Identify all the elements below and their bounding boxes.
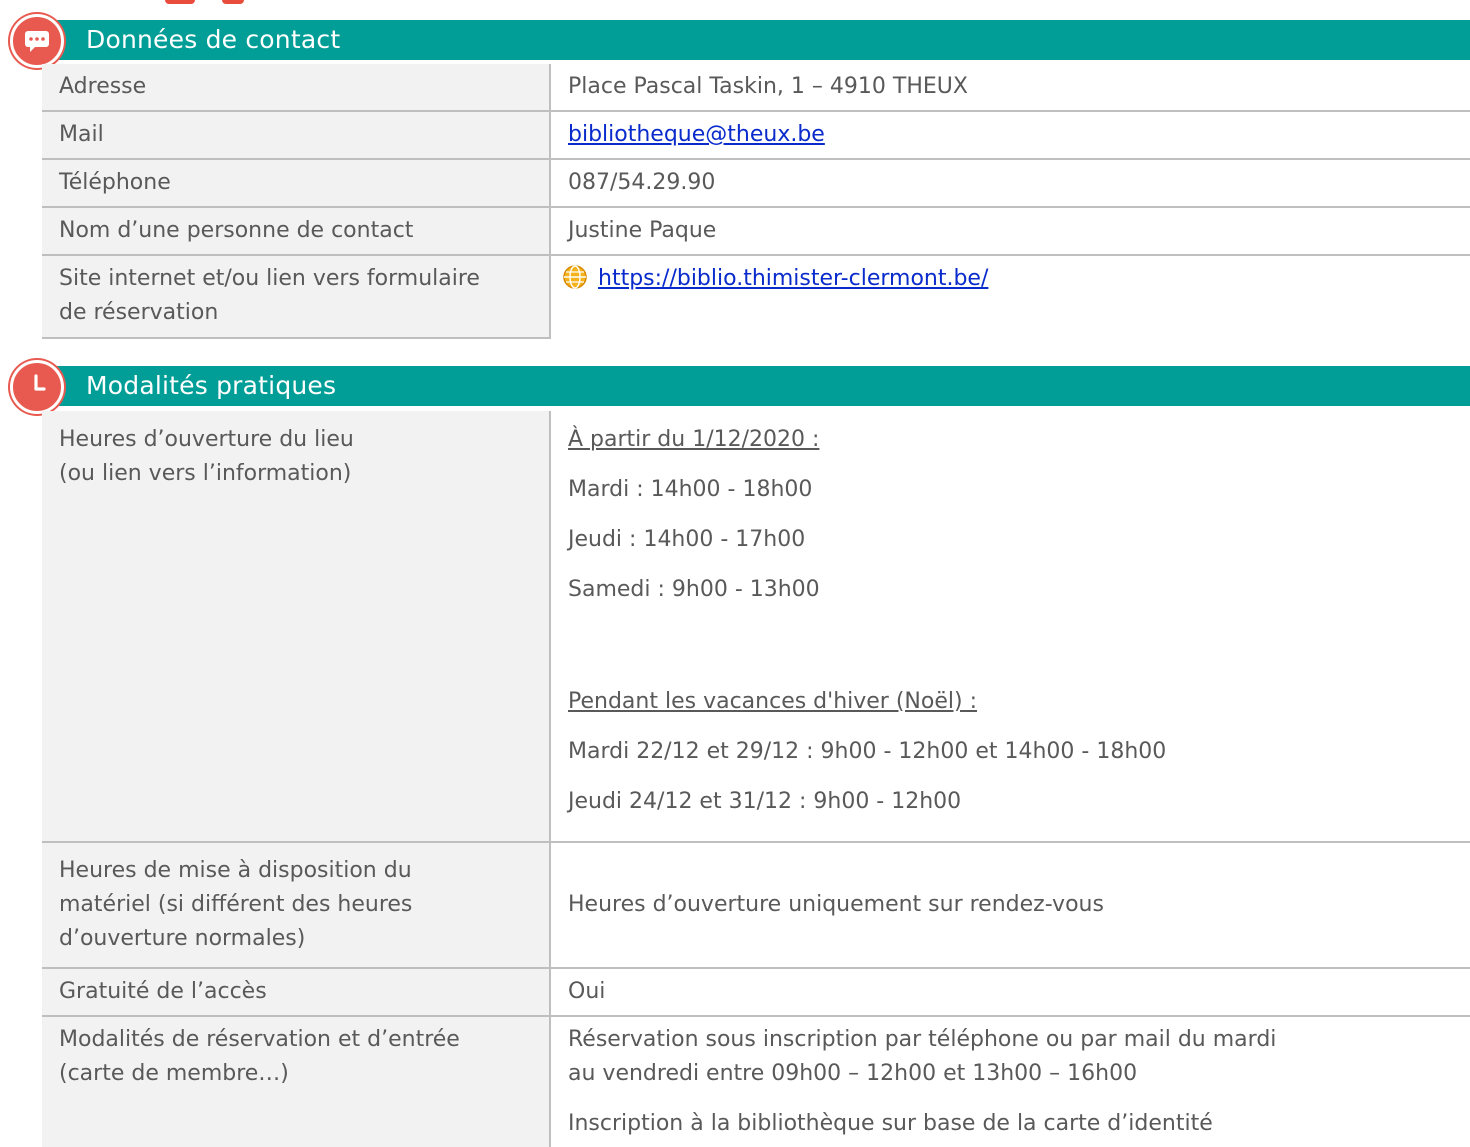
row-label: Heures de mise à disposition du matériel…	[42, 842, 551, 969]
section-header-practical: Modalités pratiques	[42, 366, 1470, 406]
row-value: https://biblio.thimister-clermont.be/	[550, 255, 1470, 338]
table-row: Modalités de réservation et d’entrée (ca…	[42, 1016, 1470, 1147]
label-line: matériel (si différent des heures	[59, 892, 413, 917]
row-label: Adresse	[42, 64, 551, 112]
website-link[interactable]: https://biblio.thimister-clermont.be/	[598, 266, 988, 291]
table-row: Téléphone 087/54.29.90	[42, 159, 1470, 208]
hours-line: Mardi 22/12 et 29/12 : 9h00 - 12h00 et 1…	[568, 739, 1167, 764]
table-row: Nom d’une personne de contact Justine Pa…	[42, 207, 1470, 256]
table-row: Heures d’ouverture du lieu (ou lien vers…	[42, 411, 1470, 843]
row-label: Nom d’une personne de contact	[42, 207, 551, 256]
row-label: Heures d’ouverture du lieu (ou lien vers…	[42, 411, 551, 843]
hours-line: Jeudi : 14h00 - 17h00	[568, 527, 806, 552]
value-line: au vendredi entre 09h00 – 12h00 et 13h00…	[568, 1061, 1138, 1086]
hours-line: Jeudi 24/12 et 31/12 : 9h00 - 12h00	[568, 789, 962, 814]
row-label: Mail	[42, 111, 551, 160]
label-line: Modalités de réservation et d’entrée	[59, 1027, 460, 1052]
row-value: Réservation sous inscription par télépho…	[550, 1016, 1470, 1147]
table-row: Site internet et/ou lien vers formulaire…	[42, 255, 1470, 339]
hours-heading: À partir du 1/12/2020 :	[568, 427, 820, 452]
row-label: Site internet et/ou lien vers formulaire…	[42, 255, 551, 339]
row-value: bibliotheque@theux.be	[550, 111, 1470, 160]
label-line: (ou lien vers l’information)	[59, 461, 352, 486]
label-line: (carte de membre…)	[59, 1061, 289, 1086]
section-header-contact: Données de contact	[42, 20, 1470, 60]
table-row: Mail bibliotheque@theux.be	[42, 111, 1470, 160]
contact-table: Adresse Place Pascal Taskin, 1 – 4910 TH…	[42, 64, 1470, 339]
globe-icon	[562, 264, 588, 290]
row-value: 087/54.29.90	[550, 159, 1470, 208]
section-title: Données de contact	[86, 25, 341, 54]
row-value: Justine Paque	[550, 207, 1470, 256]
row-value: Oui	[550, 968, 1470, 1017]
chat-bubble-icon	[10, 14, 64, 68]
row-label: Modalités de réservation et d’entrée (ca…	[42, 1016, 551, 1147]
row-value: À partir du 1/12/2020 : Mardi : 14h00 - …	[550, 411, 1470, 843]
label-line: Heures d’ouverture du lieu	[59, 427, 354, 452]
label-line: d’ouverture normales)	[59, 926, 306, 951]
hours-line: Samedi : 9h00 - 13h00	[568, 577, 820, 602]
value-line: Réservation sous inscription par télépho…	[568, 1027, 1277, 1052]
clock-icon	[10, 360, 64, 414]
row-label: Téléphone	[42, 159, 551, 208]
table-row: Heures de mise à disposition du matériel…	[42, 842, 1470, 969]
label-line: Site internet et/ou lien vers formulaire	[59, 266, 480, 291]
section-title: Modalités pratiques	[86, 371, 337, 400]
label-line: Heures de mise à disposition du	[59, 858, 412, 883]
row-value: Place Pascal Taskin, 1 – 4910 THEUX	[550, 64, 1470, 112]
hours-line: Mardi : 14h00 - 18h00	[568, 477, 813, 502]
row-value: Heures d’ouverture uniquement sur rendez…	[550, 842, 1470, 969]
value-line: Inscription à la bibliothèque sur base d…	[568, 1111, 1213, 1136]
table-row: Gratuité de l’accès Oui	[42, 968, 1470, 1017]
hours-heading: Pendant les vacances d'hiver (Noël) :	[568, 689, 977, 714]
table-row: Adresse Place Pascal Taskin, 1 – 4910 TH…	[42, 64, 1470, 112]
cropped-heading-fragment	[0, 0, 1470, 8]
practical-table: Heures d’ouverture du lieu (ou lien vers…	[42, 411, 1470, 1147]
mail-link[interactable]: bibliotheque@theux.be	[568, 122, 825, 147]
row-label: Gratuité de l’accès	[42, 968, 551, 1017]
label-line: de réservation	[59, 300, 219, 325]
